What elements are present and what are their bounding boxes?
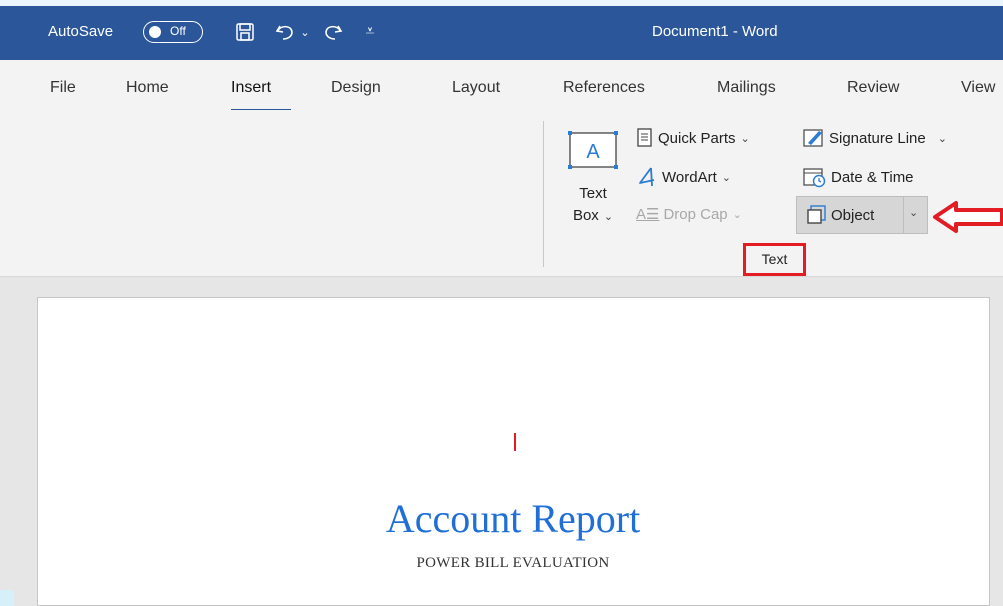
text-box-button[interactable]: A Text Box ⌄: [562, 128, 624, 248]
wordart-chevron-icon: ⌄: [721, 171, 731, 184]
tab-review[interactable]: Review: [847, 79, 899, 97]
drop-cap-chevron-icon: ⌄: [732, 208, 742, 221]
drop-cap-button[interactable]: A☰ Drop Cap ⌄: [636, 205, 742, 224]
object-dropdown-chevron-icon[interactable]: ⌄: [909, 206, 918, 219]
document-heading[interactable]: Account Report: [0, 495, 1003, 542]
wordart-label: WordArt: [662, 168, 717, 186]
quick-parts-chevron-icon: ⌄: [740, 132, 750, 145]
calendar-clock-icon: [803, 168, 826, 188]
object-split-divider: [903, 197, 904, 233]
object-label: Object: [831, 206, 875, 224]
quick-parts-button[interactable]: Quick Parts ⌄: [636, 128, 750, 148]
tab-view[interactable]: View: [961, 79, 1003, 97]
date-time-button[interactable]: Date & Time: [803, 166, 914, 188]
tab-mailings[interactable]: Mailings: [717, 79, 776, 97]
object-icon: [807, 205, 826, 224]
tab-file[interactable]: File: [50, 79, 76, 97]
signature-line-chevron-icon: ⌄: [937, 132, 947, 145]
text-box-label-line1: Text: [579, 185, 607, 202]
wordart-button[interactable]: WordArt ⌄: [636, 166, 731, 188]
undo-dropdown-chevron-icon[interactable]: ⌄: [298, 17, 312, 47]
quick-parts-label: Quick Parts: [658, 129, 736, 147]
save-icon[interactable]: [230, 17, 260, 47]
red-arrow-annotation-icon: [933, 201, 1003, 233]
wordart-icon: [639, 167, 655, 187]
tab-references[interactable]: References: [563, 79, 645, 97]
quick-parts-icon: [637, 128, 652, 147]
document-subheading[interactable]: POWER BILL EVALUATION: [0, 555, 1003, 572]
signature-line-label: Signature Line: [829, 129, 926, 147]
signature-line-button[interactable]: Signature Line ⌄: [803, 128, 947, 148]
toggle-knob: [149, 26, 161, 38]
customize-quick-access-icon[interactable]: ⩡: [358, 17, 382, 47]
text-cursor: [514, 433, 516, 451]
object-button[interactable]: Object ⌄: [796, 196, 928, 234]
redo-icon[interactable]: [318, 17, 348, 47]
date-time-label: Date & Time: [831, 168, 914, 186]
drop-cap-label: Drop Cap: [663, 205, 728, 223]
autosave-label: AutoSave: [48, 23, 114, 40]
svg-text:A: A: [586, 141, 600, 163]
signature-line-icon: [803, 129, 823, 147]
document-title: Document1 - Word: [652, 23, 778, 40]
autosave-toggle[interactable]: Off: [143, 21, 203, 43]
undo-icon[interactable]: [270, 17, 300, 47]
toggle-state-label: Off: [170, 24, 186, 38]
title-bar: AutoSave Off ⌄ ⩡ Document1 - Word: [0, 6, 1003, 60]
decorative-corner: [0, 590, 14, 606]
object-main[interactable]: Object: [807, 205, 874, 225]
group-separator: [543, 121, 544, 267]
tab-layout[interactable]: Layout: [452, 79, 500, 97]
text-group-label: Text: [743, 243, 806, 276]
ribbon-tabs: File Home Insert Design Layout Reference…: [0, 60, 1003, 110]
tab-home[interactable]: Home: [126, 79, 169, 97]
tab-design[interactable]: Design: [331, 79, 381, 97]
text-box-icon: A: [568, 131, 618, 169]
tab-insert[interactable]: Insert: [231, 79, 271, 97]
text-box-label-line2: Box ⌄: [572, 207, 614, 224]
drop-cap-icon: A☰: [636, 206, 660, 223]
